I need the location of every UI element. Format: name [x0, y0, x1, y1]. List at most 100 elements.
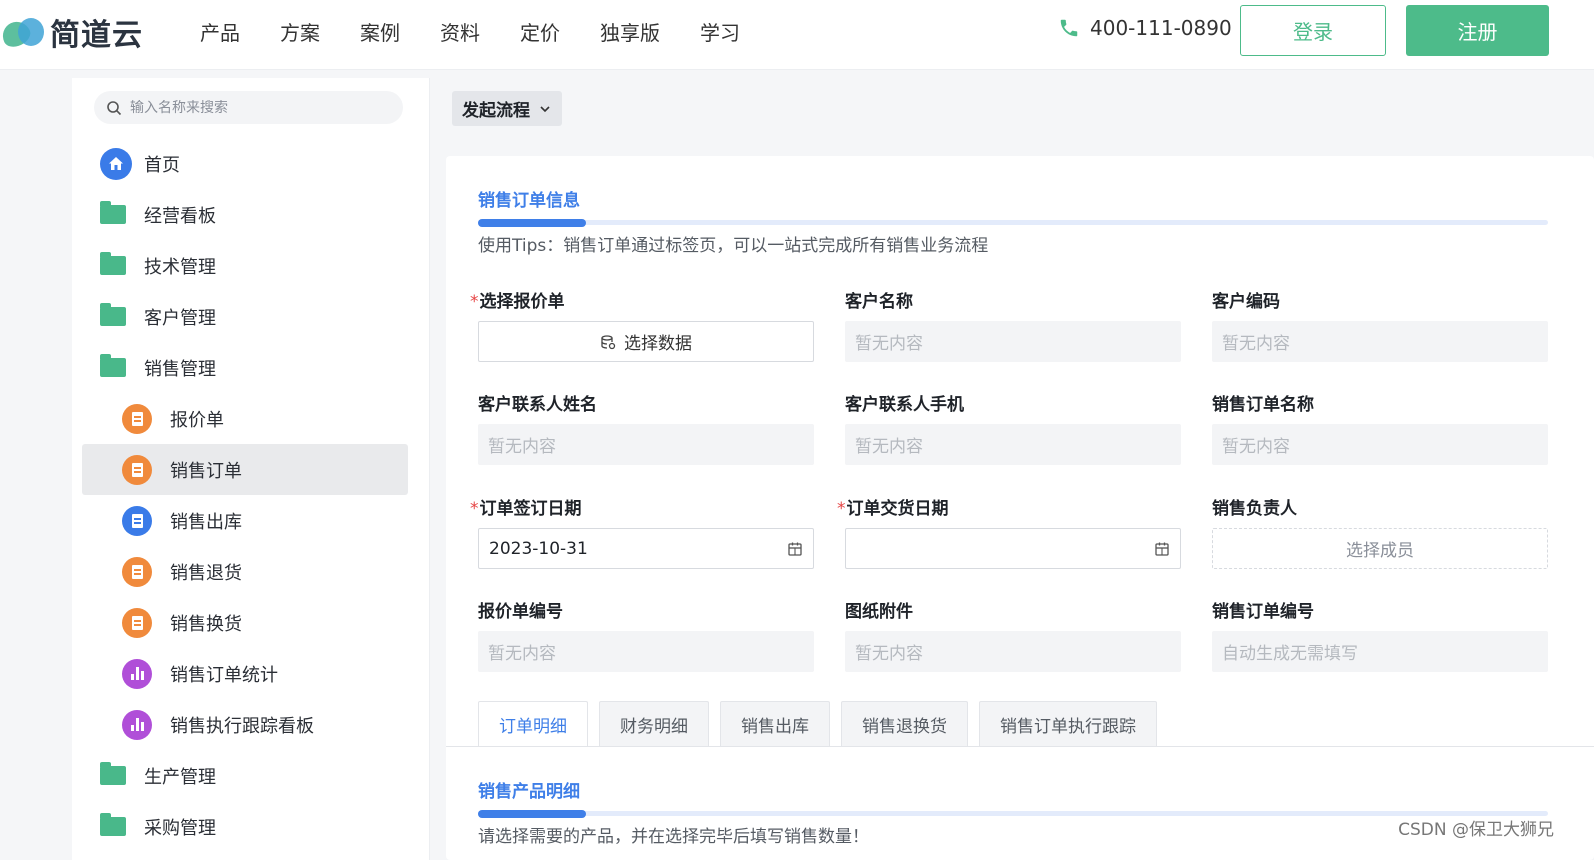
- field-delivery-date: *订单交货日期: [837, 494, 1181, 569]
- sidebar-item-label: 客户管理: [144, 307, 216, 329]
- folder-icon: [100, 813, 126, 836]
- main-toolbar: 发起流程: [430, 78, 1594, 140]
- calendar-icon[interactable]: [787, 541, 803, 557]
- sidebar-item-label: 销售订单: [170, 460, 242, 482]
- field-label: 销售负责人: [1212, 499, 1297, 519]
- phone-number: 400-111-0890: [1090, 16, 1232, 40]
- field-quote-no: 报价单编号 暂无内容: [478, 597, 814, 672]
- logo[interactable]: 简道云: [0, 8, 143, 56]
- field-label: 销售订单编号: [1212, 602, 1314, 622]
- tab-sales-outbound[interactable]: 销售出库: [720, 701, 830, 747]
- sidebar-item-purchase[interactable]: 采购管理: [72, 801, 430, 852]
- field-label: 订单签订日期: [479, 499, 582, 519]
- field-quote-select: *选择报价单 选择数据: [470, 287, 814, 362]
- attachment-input[interactable]: 暂无内容: [845, 631, 1181, 672]
- folder-icon: [100, 201, 126, 224]
- folder-icon: [100, 762, 126, 785]
- field-label: 选择报价单: [479, 292, 565, 312]
- required-mark: *: [837, 499, 846, 519]
- select-member-button[interactable]: 选择成员: [1212, 528, 1548, 569]
- form-icon: [122, 607, 152, 638]
- nav-item-pricing[interactable]: 定价: [520, 17, 560, 46]
- sidebar-item-label: 销售执行跟踪看板: [170, 715, 314, 737]
- nav-item-solution[interactable]: 方案: [280, 17, 320, 46]
- sidebar-item-sales-exchange[interactable]: 销售换货: [72, 597, 430, 648]
- field-label: 客户联系人手机: [845, 395, 964, 415]
- section-title-order-info: 销售订单信息: [478, 191, 580, 211]
- nav-item-learn[interactable]: 学习: [700, 17, 740, 46]
- database-icon: [601, 334, 616, 349]
- sidebar-menu: 首页 经营看板 技术管理 客户管理 销售管理 报价单 销售订单 销售出库 销售退…: [72, 138, 430, 852]
- detail-tabs: 订单明细 财务明细 销售出库 销售退换货 销售订单执行跟踪: [478, 701, 1168, 747]
- sidebar-item-label: 经营看板: [144, 205, 216, 227]
- sidebar-item-quote[interactable]: 报价单: [72, 393, 430, 444]
- tab-sales-return-exchange[interactable]: 销售退换货: [841, 701, 968, 747]
- calendar-icon[interactable]: [1154, 541, 1170, 557]
- sidebar-item-label: 销售换货: [170, 613, 242, 635]
- field-sales-owner: 销售负责人 选择成员: [1212, 494, 1548, 569]
- field-customer-name: 客户名称 暂无内容: [845, 287, 1181, 362]
- chart-icon: [122, 709, 152, 740]
- sign-date-input[interactable]: 2023-10-31: [478, 528, 814, 569]
- field-sign-date: *订单签订日期 2023-10-31: [470, 494, 814, 569]
- sidebar-item-sales-outbound[interactable]: 销售出库: [72, 495, 430, 546]
- sidebar-item-label: 销售退货: [170, 562, 242, 584]
- search-input[interactable]: [130, 99, 370, 116]
- required-mark: *: [470, 292, 479, 312]
- sidebar-item-tracking-board[interactable]: 销售执行跟踪看板: [72, 699, 430, 750]
- sidebar-item-production[interactable]: 生产管理: [72, 750, 430, 801]
- launch-process-button[interactable]: 发起流程: [452, 91, 562, 126]
- sidebar-item-label: 销售订单统计: [170, 664, 278, 686]
- order-name-input[interactable]: 暂无内容: [1212, 424, 1548, 465]
- section-underline: [478, 219, 1548, 227]
- section-title-product-detail: 销售产品明细: [478, 782, 580, 802]
- form-icon: [122, 505, 152, 536]
- register-button[interactable]: 注册: [1406, 5, 1549, 56]
- nav-item-cases[interactable]: 案例: [360, 17, 400, 46]
- section-tips: 使用Tips：销售订单通过标签页，可以一站式完成所有销售业务流程: [478, 236, 989, 256]
- nav-item-dedicated[interactable]: 独享版: [600, 17, 660, 46]
- contact-phone-input[interactable]: 暂无内容: [845, 424, 1181, 465]
- section-tips: 请选择需要的产品，并在选择完毕后填写销售数量！: [478, 827, 869, 847]
- order-no-input[interactable]: 自动生成无需填写: [1212, 631, 1548, 672]
- quote-no-input[interactable]: 暂无内容: [478, 631, 814, 672]
- sidebar-item-label: 销售管理: [144, 358, 216, 380]
- field-attachment: 图纸附件 暂无内容: [845, 597, 1181, 672]
- form-icon: [122, 403, 152, 434]
- sidebar-item-sales-return[interactable]: 销售退货: [72, 546, 430, 597]
- tab-order-tracking[interactable]: 销售订单执行跟踪: [979, 701, 1157, 747]
- customer-name-input[interactable]: 暂无内容: [845, 321, 1181, 362]
- home-icon: [100, 147, 132, 180]
- field-label: 订单交货日期: [846, 499, 949, 519]
- sidebar-item-tech[interactable]: 技术管理: [72, 240, 430, 291]
- sidebar-item-label: 生产管理: [144, 766, 216, 788]
- sidebar-search: [94, 91, 403, 124]
- phone-icon: [1060, 19, 1078, 37]
- tab-order-detail[interactable]: 订单明细: [478, 701, 588, 747]
- select-data-button[interactable]: 选择数据: [478, 321, 814, 362]
- sidebar-item-label: 报价单: [170, 409, 224, 431]
- logo-text: 简道云: [50, 18, 143, 53]
- sidebar-item-sales[interactable]: 销售管理: [72, 342, 430, 393]
- sidebar-item-order-stats[interactable]: 销售订单统计: [72, 648, 430, 699]
- delivery-date-input[interactable]: [845, 528, 1181, 569]
- sidebar-item-customer[interactable]: 客户管理: [72, 291, 430, 342]
- sidebar-item-sales-order[interactable]: 销售订单: [82, 444, 408, 495]
- sidebar-item-dashboard[interactable]: 经营看板: [72, 189, 430, 240]
- field-label: 客户联系人姓名: [478, 395, 597, 415]
- contact-name-input[interactable]: 暂无内容: [478, 424, 814, 465]
- form-icon: [122, 556, 152, 587]
- sidebar-item-home[interactable]: 首页: [72, 138, 430, 189]
- field-contact-name: 客户联系人姓名 暂无内容: [478, 390, 814, 465]
- field-label: 客户编码: [1212, 292, 1280, 312]
- field-label: 客户名称: [845, 292, 913, 312]
- folder-icon: [100, 303, 126, 326]
- nav-item-product[interactable]: 产品: [200, 17, 240, 46]
- sign-date-value: 2023-10-31: [489, 538, 588, 559]
- launch-process-label: 发起流程: [462, 101, 530, 121]
- nav-item-resources[interactable]: 资料: [440, 17, 480, 46]
- tab-finance-detail[interactable]: 财务明细: [599, 701, 709, 747]
- customer-code-input[interactable]: 暂无内容: [1212, 321, 1548, 362]
- chevron-down-icon: [540, 105, 550, 112]
- login-button[interactable]: 登录: [1240, 5, 1386, 56]
